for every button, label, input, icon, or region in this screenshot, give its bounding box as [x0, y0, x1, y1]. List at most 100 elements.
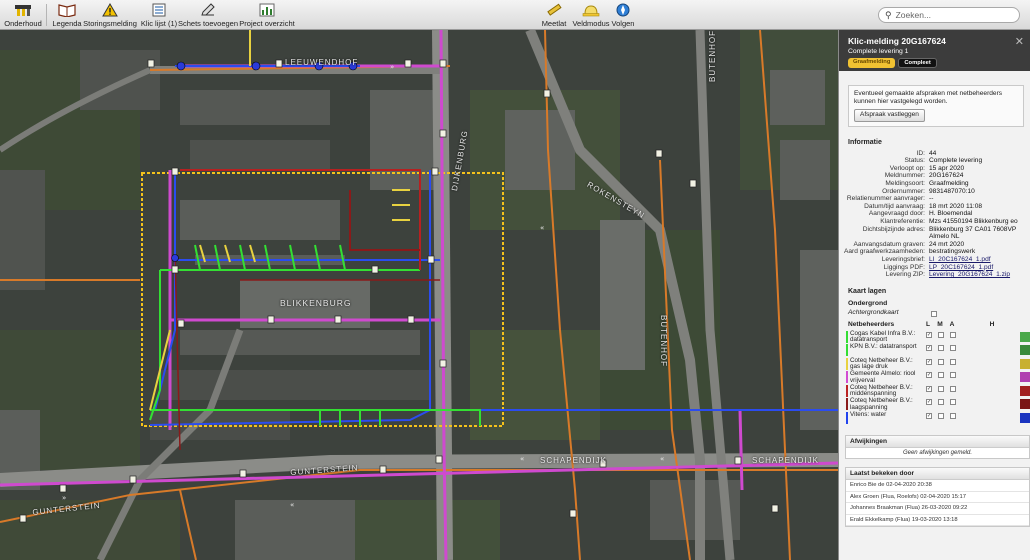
network-checkbox-a[interactable]	[950, 412, 956, 419]
info-key: Relatienummer aanvrager:	[846, 195, 925, 203]
book-icon	[58, 2, 76, 17]
storingsmelding-label: Storingsmelding	[83, 19, 137, 28]
info-key: Datum/tijd aanvraag:	[864, 202, 925, 210]
layers-title: Kaart lagen	[848, 287, 887, 295]
street-label-butenhof-top: BUTENHOF	[708, 30, 717, 82]
network-checkbox-l[interactable]: ✓	[926, 399, 932, 406]
info-value: 15 apr 2020	[929, 164, 965, 172]
map-canvas[interactable]: « « « » » «	[0, 30, 838, 560]
info-row: ID: 44	[839, 150, 1030, 158]
info-link[interactable]: LP_20C167624_1.pdf	[929, 264, 1030, 272]
storingsmelding-button[interactable]: Storingsmelding	[83, 1, 137, 29]
info-row: Aangevraagd door: H. Bloemendal	[839, 210, 1030, 218]
info-row: Leveringsbrief: LI_20C167624_1.pdf	[839, 256, 1030, 264]
network-checkbox-a[interactable]	[950, 399, 956, 406]
onderhoud-button[interactable]: Onderhoud	[4, 1, 42, 29]
info-row: Liggings PDF: LP_20C167624_1.pdf	[839, 264, 1030, 272]
legenda-button[interactable]: Legenda	[52, 1, 82, 29]
info-row: Verloopt op: 15 apr 2020	[839, 165, 1030, 173]
afwijkingen-box: Afwijkingen Geen afwijkingen gemeld.	[845, 435, 1030, 460]
search-icon: ⚲	[885, 9, 892, 20]
info-key: ID:	[916, 149, 925, 157]
afwijkingen-title: Afwijkingen	[846, 436, 1029, 449]
info-row: Ordernummer: 9831487070:10	[839, 188, 1030, 196]
info-key: Verloopt op:	[889, 164, 925, 172]
volgen-button[interactable]: Volgen	[612, 1, 634, 29]
network-name: KPN B.V.: datatransport	[850, 343, 917, 351]
network-row: Coteq Netbeheer B.V.: gas lage druk ✓	[846, 357, 1030, 372]
search-placeholder: Zoeken...	[895, 10, 932, 20]
info-row: Meldnummer: 20G167624	[839, 172, 1030, 180]
search-input[interactable]: ⚲ Zoeken...	[878, 7, 1020, 23]
info-row: Levering ZIP: Levering_20G167624_1.zip	[839, 271, 1030, 279]
meetlat-label: Meetlat	[541, 19, 567, 28]
network-checkbox-m[interactable]	[938, 412, 944, 419]
network-checkbox-m[interactable]	[938, 372, 944, 379]
street-label-leeuwendhof: LEEUWENDHOF	[285, 58, 359, 67]
network-checkbox-m[interactable]	[938, 399, 944, 406]
info-row: Meldingsoort: Graafmelding	[839, 180, 1030, 188]
network-color-bar	[846, 330, 848, 343]
svg-text:»: »	[390, 63, 394, 71]
network-color-bar	[846, 411, 848, 424]
info-link[interactable]: LI_20C167624_1.pdf	[929, 256, 1030, 264]
info-key: Liggings PDF:	[883, 263, 925, 271]
network-checkbox-m[interactable]	[938, 331, 944, 338]
network-color-bar	[846, 384, 848, 397]
klic-lijst-label: Klic lijst (1)	[140, 19, 178, 28]
map-view[interactable]: ««« »» « BLIKKENBURG BUTENHOF BUTENHOF RO…	[0, 30, 838, 560]
network-name: Coteq Netbeheer B.V.: laagspanning	[850, 397, 913, 411]
project-overzicht-button[interactable]: Project overzicht	[239, 1, 295, 29]
street-label-butenhof-mid: BUTENHOF	[659, 315, 668, 367]
achtergrond-checkbox[interactable]	[931, 310, 937, 317]
network-checkbox-a[interactable]	[950, 358, 956, 365]
street-label-blikkenburg: BLIKKENBURG	[280, 298, 352, 308]
network-checkbox-a[interactable]	[950, 385, 956, 392]
warning-icon	[101, 2, 119, 17]
network-legend-swatch	[1020, 412, 1030, 423]
afspraak-vastleggen-button[interactable]: Afspraak vastleggen	[854, 109, 925, 122]
klic-lijst-button[interactable]: Klic lijst (1)	[139, 1, 179, 29]
network-checkbox-m[interactable]	[938, 358, 944, 365]
onderhoud-label: Onderhoud	[4, 19, 42, 28]
info-value: 24 mrt 2020	[929, 240, 965, 248]
street-label-schapendijk-1: SCHAPENDIJK	[540, 456, 608, 465]
network-checkbox-l[interactable]: ✓	[926, 372, 932, 379]
network-list: Cogas Kabel Infra B.V.: datatransport ✓ KP…	[839, 330, 1030, 426]
network-checkbox-a[interactable]	[950, 372, 956, 379]
info-row: Klantreferentie: Mzs 41550194 Blikkenburg…	[839, 218, 1030, 226]
badge-graafmelding: Graafmelding	[848, 58, 896, 68]
network-checkbox-l[interactable]: ✓	[926, 331, 932, 338]
veldmodus-button[interactable]: Veldmodus	[572, 1, 610, 29]
info-key: Status:	[904, 157, 925, 165]
network-checkbox-a[interactable]	[950, 331, 956, 338]
net-header-h: H	[989, 320, 995, 328]
network-legend-swatch	[1020, 385, 1030, 396]
info-link[interactable]: Levering_20G167624_1.zip	[929, 271, 1030, 279]
hat-icon	[582, 2, 600, 17]
info-key: Klantreferentie:	[880, 217, 925, 225]
network-checkbox-l[interactable]: ✓	[926, 345, 932, 352]
network-checkbox-a[interactable]	[950, 345, 956, 352]
info-row: Datum/tijd aanvraag: 18 mrt 2020 11:08	[839, 203, 1030, 211]
schets-toevoegen-label: Schets toevoegen	[177, 19, 239, 28]
info-key: Levering ZIP:	[885, 271, 925, 279]
schets-toevoegen-button[interactable]: Schets toevoegen	[178, 1, 238, 29]
network-checkbox-l[interactable]: ✓	[926, 358, 932, 365]
network-legend-swatch	[1020, 358, 1030, 369]
close-icon[interactable]: ✕	[1015, 35, 1024, 48]
network-legend-swatch	[1020, 372, 1030, 383]
network-legend-swatch	[1020, 345, 1030, 356]
network-checkbox-m[interactable]	[938, 385, 944, 392]
meetlat-button[interactable]: Meetlat	[541, 1, 567, 29]
network-checkbox-l[interactable]: ✓	[926, 385, 932, 392]
network-checkbox-l[interactable]: ✓	[926, 412, 932, 419]
network-checkbox-m[interactable]	[938, 345, 944, 352]
info-key: Meldnummer:	[884, 172, 925, 180]
network-color-bar	[846, 371, 848, 384]
info-key: Leveringsbrief:	[881, 255, 925, 263]
network-legend-swatch	[1020, 399, 1030, 410]
volgen-label: Volgen	[611, 19, 635, 28]
info-key: Meldingsoort:	[885, 179, 925, 187]
legenda-label: Legenda	[52, 19, 82, 28]
